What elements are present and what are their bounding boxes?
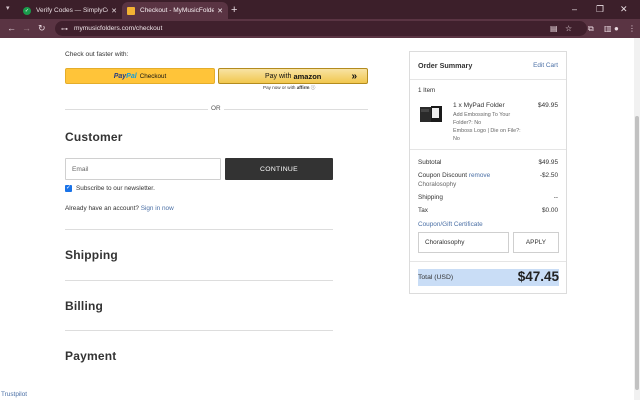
new-tab-button[interactable]: + [231, 3, 237, 17]
coupon-gift-certificate-link[interactable]: Coupon/Gift Certificate [418, 221, 483, 228]
bookmark-star-icon[interactable]: ☆ [565, 23, 572, 34]
product-name: 1 x MyPad Folder [453, 102, 505, 109]
order-total: Total (USD) $47.45 [418, 269, 559, 286]
back-icon[interactable]: ← [7, 22, 16, 35]
affirm-note: Pay now or with affirm ⓘ [263, 85, 315, 91]
divider [410, 149, 566, 150]
tab-title: Verify Codes — SimplyCodes [36, 7, 108, 14]
remove-coupon-link[interactable]: remove [469, 172, 490, 179]
order-summary-title: Order Summary [418, 61, 473, 70]
page-scrollbar[interactable] [634, 38, 640, 400]
translate-icon[interactable]: ▤ [550, 23, 558, 34]
coupon-discount-row: Coupon Discount remove [418, 172, 490, 179]
signin-link[interactable]: Sign in now [141, 205, 174, 212]
forward-icon[interactable]: → [22, 22, 31, 35]
newsletter-label: Subscribe to our newsletter. [76, 185, 155, 192]
paypal-logo-pay: Pay [113, 72, 127, 80]
close-window-button[interactable]: ✕ [620, 2, 628, 16]
shipping-label: Shipping [418, 194, 443, 201]
customer-heading: Customer [65, 130, 123, 144]
tab-strip: ▾ ✓ Verify Codes — SimplyCodes ✕ Checkou… [0, 0, 640, 19]
product-option: Add Embossing To Your [453, 112, 511, 118]
edit-cart-link[interactable]: Edit Cart [533, 62, 558, 69]
divider [65, 330, 333, 331]
product-option: Folder?: No [453, 120, 482, 126]
order-summary-panel: Order Summary Edit Cart 1 Item 1 x MyPad… [409, 51, 567, 294]
coupon-code: Choralosophy [418, 181, 457, 188]
menu-icon[interactable]: ⋮ [628, 23, 636, 34]
total-label: Total (USD) [418, 274, 454, 281]
apply-coupon-button[interactable]: APPLY [513, 232, 559, 253]
signin-prompt: Already have an account? Sign in now [65, 205, 174, 212]
url-text[interactable]: mymusicfolders.com/checkout [74, 25, 162, 32]
coupon-discount-value: -$2.50 [539, 172, 558, 179]
tab-title: Checkout - MyMusicFolders [140, 7, 215, 14]
close-tab-icon[interactable]: ✕ [111, 7, 117, 15]
mypad-folder-thumbnail [420, 106, 442, 122]
sidepanel-icon[interactable]: ▥ [604, 23, 612, 34]
continue-button[interactable]: CONTINUE [225, 158, 333, 180]
divider [65, 229, 333, 230]
divider [410, 79, 566, 80]
amazon-pay-label: Pay with [265, 72, 292, 80]
extensions-icon[interactable]: ⧉ [588, 23, 594, 34]
divider [65, 109, 208, 110]
subtotal-value: $49.95 [538, 159, 558, 166]
simplycodes-favicon-icon: ✓ [23, 6, 31, 15]
item-count: 1 Item [418, 87, 436, 94]
express-checkout-label: Check out faster with: [65, 51, 129, 58]
divider [224, 109, 368, 110]
paypal-checkout-label: Checkout [139, 72, 167, 80]
reload-icon[interactable]: ↻ [38, 22, 46, 35]
tab-checkout[interactable]: Checkout - MyMusicFolders ✕ [122, 2, 228, 19]
maximize-button[interactable]: ❐ [596, 2, 604, 16]
mymusicfolders-favicon-icon [127, 6, 135, 15]
trustpilot-link[interactable]: Trustpilot [1, 391, 27, 398]
product-price: $49.95 [537, 102, 558, 109]
amazon-pay-button[interactable]: Pay with amazon » [218, 68, 368, 84]
tax-label: Tax [418, 207, 428, 214]
amazon-logo: amazon [293, 71, 322, 81]
email-field[interactable] [65, 158, 221, 180]
browser-toolbar: ← → ↻ ⊶ mymusicfolders.com/checkout ▤ ☆ … [0, 19, 640, 38]
scrollbar-thumb[interactable] [635, 116, 639, 390]
minimize-button[interactable]: – [572, 2, 577, 16]
divider [65, 280, 333, 281]
tax-value: $0.00 [542, 207, 558, 214]
tab-search-icon[interactable]: ▾ [6, 4, 10, 12]
paypal-logo-pal: Pal [126, 72, 137, 80]
newsletter-checkbox[interactable]: ✓ Subscribe to our newsletter. [65, 185, 155, 192]
product-option: No [453, 136, 460, 142]
total-value: $47.45 [517, 269, 559, 284]
checkout-page: Check out faster with: Pay Pal Checkout … [0, 38, 634, 400]
close-tab-icon[interactable]: ✕ [217, 7, 223, 15]
affirm-note-text: Pay now or with [263, 85, 296, 90]
info-icon[interactable]: ⓘ [311, 85, 316, 90]
site-info-icon[interactable]: ⊶ [61, 25, 68, 33]
subtotal-label: Subtotal [418, 159, 442, 166]
account-prompt-text: Already have an account? [65, 205, 139, 212]
address-bar[interactable]: ⊶ mymusicfolders.com/checkout [55, 21, 587, 36]
paypal-checkout-button[interactable]: Pay Pal Checkout [65, 68, 215, 84]
checkbox-checked-icon[interactable]: ✓ [65, 185, 72, 192]
coupon-code-input[interactable] [418, 232, 509, 253]
billing-heading[interactable]: Billing [65, 299, 103, 313]
affirm-logo: affirm [296, 85, 310, 90]
chevrons-right-icon: » [351, 71, 357, 82]
or-separator: OR [211, 105, 221, 112]
shipping-heading[interactable]: Shipping [65, 248, 118, 262]
tab-verify-codes[interactable]: ✓ Verify Codes — SimplyCodes ✕ [18, 2, 122, 19]
divider [410, 261, 566, 262]
payment-heading[interactable]: Payment [65, 349, 116, 363]
profile-icon[interactable]: ● [614, 23, 619, 34]
shipping-value: -- [553, 194, 558, 201]
product-option: Emboss Logo | Die on File?: [453, 128, 521, 134]
coupon-discount-label: Coupon Discount [418, 172, 468, 179]
